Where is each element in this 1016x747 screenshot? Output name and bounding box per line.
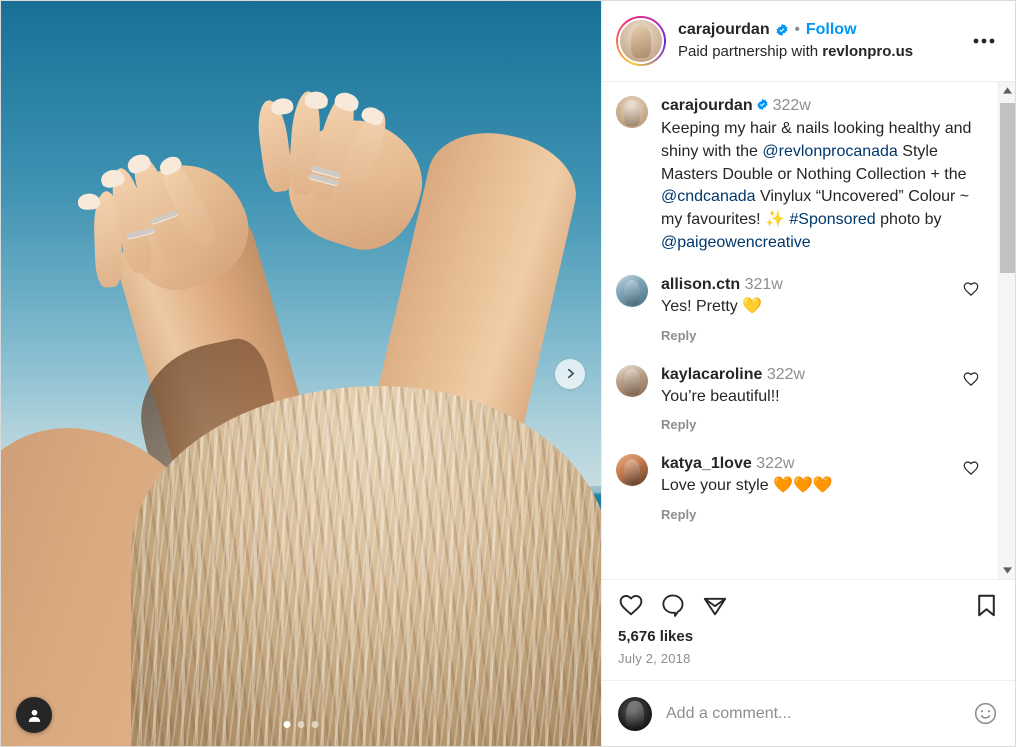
comment-item: katya_1love 322w Love your style 🧡🧡🧡 Rep… (616, 454, 982, 524)
media-overlay (1, 1, 601, 746)
emoji-smiley-icon (974, 702, 997, 724)
chevron-right-icon (567, 368, 574, 379)
carousel-next-button[interactable] (555, 358, 585, 389)
author-avatar[interactable] (616, 16, 666, 66)
tagged-users-button[interactable] (16, 697, 52, 733)
comment-item: allison.ctn 321w Yes! Pretty 💛 Reply (616, 275, 982, 345)
author-username[interactable]: carajourdan (678, 21, 770, 38)
caption-age: 322w (772, 97, 811, 114)
scrollbar-up-button[interactable] (999, 82, 1016, 99)
comment-reply-button[interactable]: Reply (661, 417, 696, 432)
comments-scrollbar[interactable] (998, 82, 1015, 579)
comment-header: kaylacaroline 322w (661, 365, 949, 385)
action-icons-row (618, 592, 999, 618)
verified-badge-icon (776, 23, 788, 36)
comment-like-button[interactable] (962, 454, 982, 482)
commenter-username[interactable]: katya_1love (661, 455, 752, 472)
heart-outline-icon (963, 372, 979, 386)
bookmark-outline-icon (978, 594, 995, 616)
commenter-username[interactable]: kaylacaroline (661, 366, 762, 383)
person-tag-icon (28, 709, 40, 722)
comment-age: 322w (766, 365, 806, 383)
comment-like-button[interactable] (962, 275, 982, 303)
post-caption: carajourdan 322w Keeping my hair & nails … (616, 96, 982, 255)
header-separator: • (794, 21, 800, 38)
save-button[interactable] (974, 593, 999, 618)
comment-reply-button[interactable]: Reply (661, 328, 696, 343)
header-text: carajourdan • Follow Paid partnership wi… (678, 21, 955, 61)
avatar-image (618, 18, 664, 64)
caption-mention[interactable]: @revlonprocanada (762, 143, 897, 160)
scrollbar-down-button[interactable] (999, 562, 1016, 579)
carousel-dot[interactable] (297, 721, 305, 728)
caption-mention[interactable]: @cndcanada (661, 188, 756, 205)
likes-count[interactable]: 5,676 likes (618, 628, 999, 645)
caption-hashtag[interactable]: #Sponsored (789, 211, 875, 228)
post-date: July 2, 2018 (618, 651, 691, 666)
comment-age: 322w (756, 455, 795, 473)
comment-header: katya_1love 322w (661, 454, 949, 474)
carousel-dots[interactable] (283, 721, 319, 728)
caption-text: Keeping my hair & nails looking healthy … (661, 118, 982, 255)
comment-like-button[interactable] (962, 365, 982, 393)
instagram-post: carajourdan • Follow Paid partnership wi… (0, 0, 1016, 747)
paid-partnership-label: Paid partnership with revlonpro.us (678, 43, 955, 61)
username-row: carajourdan • Follow (678, 21, 955, 38)
commenter-avatar[interactable] (616, 364, 648, 397)
paid-partner-name[interactable]: revlonpro.us (822, 43, 913, 60)
comment-body: katya_1love 322w Love your style 🧡🧡🧡 Rep… (661, 454, 949, 524)
comment-text: You’re beautiful!! (661, 387, 780, 405)
comments-scroll-region: carajourdan 322w Keeping my hair & nails … (602, 82, 1015, 579)
more-options-icon (973, 38, 995, 44)
share-paper-plane-icon (703, 597, 727, 616)
add-comment-bar (602, 680, 1015, 746)
comment-item: kaylacaroline 322w You’re beautiful!! Re… (616, 364, 982, 435)
heart-outline-icon (963, 461, 979, 476)
post-header: carajourdan • Follow Paid partnership wi… (602, 1, 1015, 82)
comment-body: allison.ctn 321w Yes! Pretty 💛 Reply (661, 275, 949, 345)
comment-button[interactable] (660, 592, 686, 618)
like-button[interactable] (618, 592, 644, 618)
comment-age: 321w (744, 276, 783, 294)
follow-button[interactable]: Follow (806, 21, 857, 38)
caption-avatar[interactable] (616, 96, 648, 128)
comment-reply-button[interactable]: Reply (661, 507, 696, 522)
current-user-avatar[interactable] (618, 696, 652, 731)
scroll-up-arrow-icon (1002, 87, 1012, 94)
carousel-dot[interactable] (311, 721, 319, 728)
add-comment-input[interactable] (666, 704, 959, 723)
caption-mention[interactable]: @paigeowencreative (661, 234, 811, 251)
verified-badge-icon (757, 98, 768, 111)
post-sidebar: carajourdan • Follow Paid partnership wi… (601, 1, 1015, 746)
commenter-avatar[interactable] (616, 454, 648, 487)
comment-text: Love your style 🧡🧡🧡 (661, 477, 833, 495)
comment-text: Yes! Pretty 💛 (661, 298, 763, 316)
share-button[interactable] (702, 592, 728, 618)
comment-bubble-icon (662, 594, 684, 617)
caption-header: carajourdan 322w (661, 96, 982, 117)
comment-body: kaylacaroline 322w You’re beautiful!! Re… (661, 365, 949, 435)
commenter-avatar[interactable] (616, 275, 648, 308)
commenter-username[interactable]: allison.ctn (661, 276, 740, 293)
comment-header: allison.ctn 321w (661, 275, 949, 295)
scrollbar-thumb[interactable] (999, 103, 1015, 273)
emoji-picker-button[interactable] (973, 701, 999, 727)
heart-outline-icon (963, 282, 979, 297)
post-actions: 5,676 likes July 2, 2018 (602, 579, 1015, 666)
heart-outline-icon (619, 594, 643, 616)
post-media[interactable] (1, 1, 601, 746)
paid-prefix: Paid partnership with (678, 42, 823, 60)
caption-body: carajourdan 322w Keeping my hair & nails … (661, 96, 982, 255)
caption-seg: photo by (875, 211, 942, 229)
more-options-button[interactable] (967, 24, 1001, 58)
carousel-dot[interactable] (283, 721, 291, 728)
caption-username[interactable]: carajourdan (661, 97, 753, 114)
scrollbar-track[interactable] (999, 99, 1016, 562)
comments-list: carajourdan 322w Keeping my hair & nails … (602, 82, 998, 579)
scroll-down-arrow-icon (1002, 567, 1012, 574)
